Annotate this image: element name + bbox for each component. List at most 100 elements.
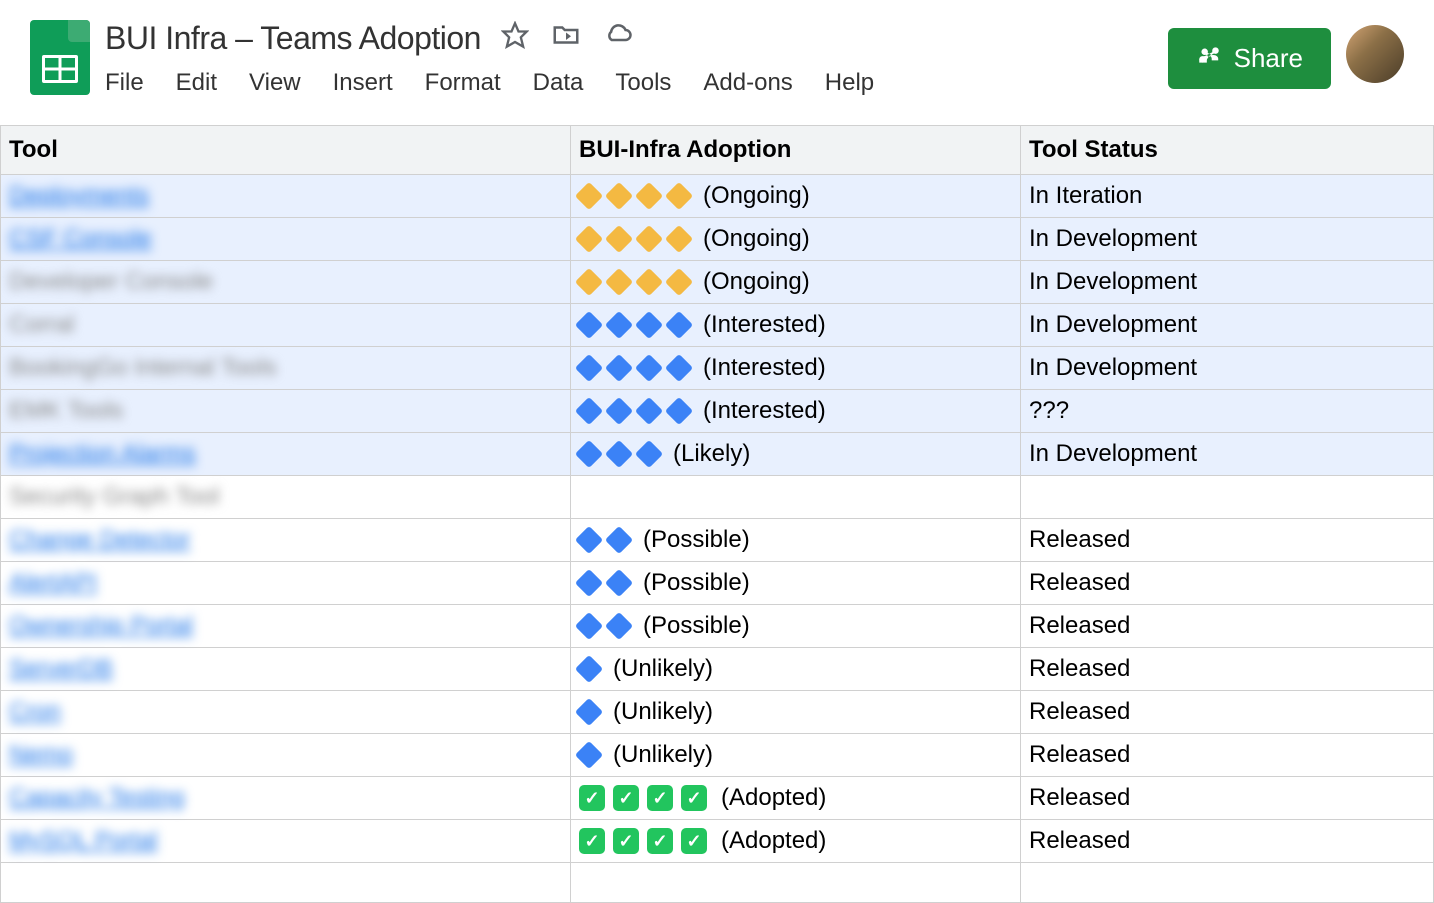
cell-status[interactable]: Released	[1021, 519, 1434, 562]
check-icon: ✓	[613, 785, 639, 811]
table-row[interactable]: Change Detector(Possible)Released	[1, 519, 1434, 562]
table-row[interactable]: Deployments(Ongoing)In Iteration	[1, 175, 1434, 218]
cell-adoption[interactable]: (Unlikely)	[571, 734, 1021, 777]
cell-tool[interactable]: Developer Console	[1, 261, 571, 304]
cell-status[interactable]: In Development	[1021, 218, 1434, 261]
cell-adoption[interactable]: (Unlikely)	[571, 691, 1021, 734]
menu-view[interactable]: View	[249, 69, 301, 97]
cell-adoption[interactable]: (Interested)	[571, 304, 1021, 347]
cell-tool[interactable]: Nemo	[1, 734, 571, 777]
cell-tool[interactable]: Cron	[1, 691, 571, 734]
adoption-label: (Unlikely)	[613, 741, 713, 769]
cell-tool[interactable]: EMK Tools	[1, 390, 571, 433]
cell-tool[interactable]: MySQL Portal	[1, 820, 571, 863]
table-row[interactable]: Security Graph Tool	[1, 476, 1434, 519]
col-status[interactable]: Tool Status	[1021, 126, 1434, 175]
cell-status[interactable]: In Development	[1021, 304, 1434, 347]
cell-status[interactable]: Released	[1021, 691, 1434, 734]
user-avatar[interactable]	[1346, 25, 1404, 83]
cell-tool[interactable]: ServerDB	[1, 648, 571, 691]
cell-adoption[interactable]: (Interested)	[571, 390, 1021, 433]
diamond-icon	[635, 354, 663, 382]
cell-status[interactable]: In Development	[1021, 261, 1434, 304]
col-adoption[interactable]: BUI-Infra Adoption	[571, 126, 1021, 175]
menu-data[interactable]: Data	[533, 69, 584, 97]
cell-status[interactable]: In Development	[1021, 433, 1434, 476]
diamond-icon	[665, 182, 693, 210]
cloud-icon[interactable]	[603, 20, 633, 57]
table-row[interactable]: Cron(Unlikely)Released	[1, 691, 1434, 734]
menu-addons[interactable]: Add-ons	[703, 69, 792, 97]
adoption-indicator: (Interested)	[579, 311, 1012, 339]
table-row[interactable]: BookingGo Internal Tools(Interested)In D…	[1, 347, 1434, 390]
menu-file[interactable]: File	[105, 69, 144, 97]
table-row[interactable]: Ownership Portal(Possible)Released	[1, 605, 1434, 648]
cell-adoption[interactable]: ✓✓✓✓(Adopted)	[571, 777, 1021, 820]
cell-status[interactable]	[1021, 476, 1434, 519]
table-row[interactable]: CSF Console(Ongoing)In Development	[1, 218, 1434, 261]
cell-status[interactable]: In Development	[1021, 347, 1434, 390]
cell-status[interactable]: Released	[1021, 820, 1434, 863]
cell-adoption[interactable]: (Possible)	[571, 519, 1021, 562]
tool-name: Security Graph Tool	[9, 483, 219, 510]
cell-status[interactable]: Released	[1021, 777, 1434, 820]
cell-status[interactable]	[1021, 863, 1434, 903]
cell-adoption[interactable]: (Unlikely)	[571, 648, 1021, 691]
adoption-indicator: (Likely)	[579, 440, 1012, 468]
menu-tools[interactable]: Tools	[615, 69, 671, 97]
cell-tool[interactable]: Ownership Portal	[1, 605, 571, 648]
cell-adoption[interactable]: (Likely)	[571, 433, 1021, 476]
cell-tool[interactable]: CSF Console	[1, 218, 571, 261]
menu-help[interactable]: Help	[825, 69, 874, 97]
check-group: ✓✓✓✓	[579, 828, 707, 854]
cell-status[interactable]: Released	[1021, 648, 1434, 691]
table-row[interactable]: Capacity Testing✓✓✓✓(Adopted)Released	[1, 777, 1434, 820]
cell-adoption[interactable]: (Interested)	[571, 347, 1021, 390]
cell-tool[interactable]: Change Detector	[1, 519, 571, 562]
table-row[interactable]: Corral (Interested) In Development	[1, 304, 1434, 347]
cell-tool[interactable]: BookingGo Internal Tools	[1, 347, 571, 390]
cell-tool[interactable]: Projection Alarms	[1, 433, 571, 476]
share-button[interactable]: Share	[1168, 28, 1331, 89]
move-icon[interactable]	[551, 20, 581, 57]
cell-adoption[interactable]: (Ongoing)	[571, 261, 1021, 304]
cell-tool[interactable]: Capacity Testing	[1, 777, 571, 820]
cell-tool[interactable]: Deployments	[1, 175, 571, 218]
table-row[interactable]	[1, 863, 1434, 903]
cell-tool[interactable]: Security Graph Tool	[1, 476, 571, 519]
table-row[interactable]: EMK Tools(Interested)???	[1, 390, 1434, 433]
table-row[interactable]: MySQL Portal✓✓✓✓(Adopted)Released	[1, 820, 1434, 863]
cell-status[interactable]: Released	[1021, 605, 1434, 648]
table-row[interactable]: AlertAPI(Possible)Released	[1, 562, 1434, 605]
title-area: BUI Infra – Teams Adoption File Edit Vie…	[105, 20, 1153, 97]
cell-adoption[interactable]: (Possible)	[571, 605, 1021, 648]
cell-adoption[interactable]	[571, 863, 1021, 903]
table-row[interactable]: Projection Alarms (Likely) In Development	[1, 433, 1434, 476]
cell-adoption[interactable]: ✓✓✓✓(Adopted)	[571, 820, 1021, 863]
check-icon: ✓	[681, 828, 707, 854]
col-tool[interactable]: Tool	[1, 126, 571, 175]
menu-format[interactable]: Format	[425, 69, 501, 97]
cell-tool[interactable]	[1, 863, 571, 903]
cell-status[interactable]: ???	[1021, 390, 1434, 433]
document-title[interactable]: BUI Infra – Teams Adoption	[105, 20, 481, 57]
cell-status[interactable]: Released	[1021, 734, 1434, 777]
spreadsheet-table[interactable]: Tool BUI-Infra Adoption Tool Status Depl…	[0, 125, 1434, 903]
cell-adoption[interactable]: (Possible)	[571, 562, 1021, 605]
cell-adoption[interactable]: (Ongoing)	[571, 218, 1021, 261]
menu-insert[interactable]: Insert	[333, 69, 393, 97]
cell-adoption[interactable]: (Ongoing)	[571, 175, 1021, 218]
cell-adoption[interactable]	[571, 476, 1021, 519]
cell-status[interactable]: Released	[1021, 562, 1434, 605]
table-row[interactable]: Developer Console(Ongoing)In Development	[1, 261, 1434, 304]
diamond-group	[579, 702, 599, 722]
diamond-icon	[605, 268, 633, 296]
star-icon[interactable]	[501, 21, 529, 56]
sheets-logo-icon[interactable]	[30, 20, 90, 95]
table-row[interactable]: Nemo (Unlikely) Released	[1, 734, 1434, 777]
cell-status[interactable]: In Iteration	[1021, 175, 1434, 218]
menu-edit[interactable]: Edit	[176, 69, 217, 97]
cell-tool[interactable]: Corral	[1, 304, 571, 347]
table-row[interactable]: ServerDB(Unlikely)Released	[1, 648, 1434, 691]
cell-tool[interactable]: AlertAPI	[1, 562, 571, 605]
